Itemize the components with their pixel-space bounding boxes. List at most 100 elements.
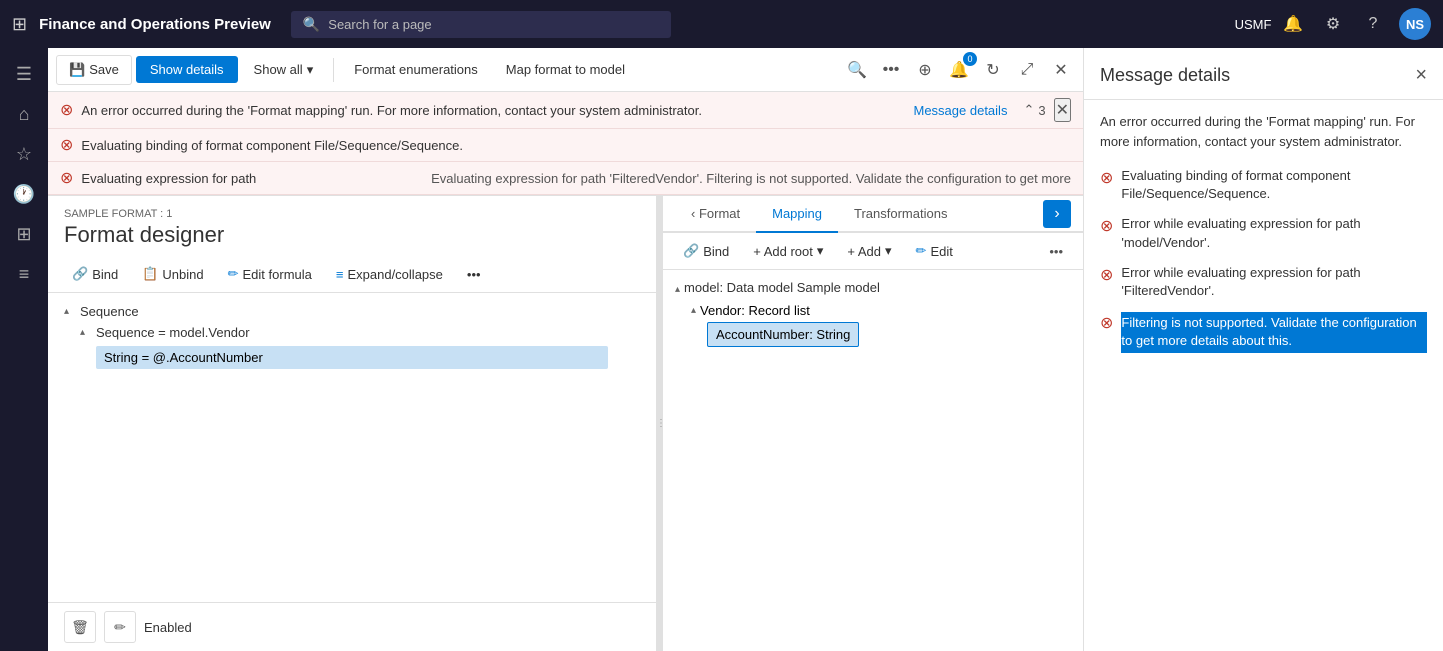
tab-mapping[interactable]: Mapping — [756, 196, 838, 233]
designer-title: Format designer — [64, 222, 640, 248]
add-root-label: + Add root — [753, 244, 813, 259]
error-close-1[interactable]: ✕ — [1054, 98, 1071, 122]
designer-header: SAMPLE FORMAT : 1 Format designer — [48, 196, 656, 256]
error-area: ⊗ An error occurred during the 'Format m… — [48, 92, 1083, 196]
tree-item-string[interactable]: String = @.AccountNumber — [96, 343, 640, 372]
refresh-icon[interactable]: ↻ — [979, 56, 1007, 84]
more-mapping-button[interactable]: ••• — [1041, 240, 1071, 263]
tab-format[interactable]: ‹ Format — [675, 196, 756, 233]
sidebar-hamburger-icon[interactable]: ☰ — [6, 56, 42, 92]
edit-label: Edit — [930, 244, 952, 259]
add-root-button[interactable]: + Add root ▾ — [745, 239, 831, 263]
msg-error-text-2: Error while evaluating expression for pa… — [1121, 215, 1427, 251]
expand-label: Expand/collapse — [347, 267, 442, 282]
error-nav-arrows: ⌃ — [1023, 102, 1034, 118]
settings-icon[interactable]: ⚙ — [1319, 10, 1347, 38]
message-details-title: Message details — [1100, 65, 1230, 86]
search-toolbar-icon[interactable]: 🔍 — [843, 56, 871, 84]
error-icon-1: ⊗ — [60, 100, 73, 120]
more-options-icon[interactable]: ••• — [877, 56, 905, 84]
tree-selected-item: String = @.AccountNumber — [96, 346, 608, 369]
format-tree: ▴ Sequence ▴ Sequence = model.Vendor Str… — [48, 293, 656, 380]
bind-button[interactable]: 🔗 Bind — [64, 262, 126, 286]
open-icon[interactable]: ⤢ — [1013, 56, 1041, 84]
tree-label-1: Sequence = model.Vendor — [96, 325, 250, 340]
format-enum-label: Format enumerations — [354, 62, 478, 77]
error-banner-3: ⊗ Evaluating expression for path Evaluat… — [48, 162, 1083, 195]
mapping-bind-icon: 🔗 — [683, 243, 699, 259]
message-details-link[interactable]: Message details — [914, 103, 1008, 118]
map-vendor-label: Vendor: Record list — [700, 303, 810, 318]
sidebar-recent-icon[interactable]: 🕐 — [6, 176, 42, 212]
nav-right: USMF 🔔 ⚙ ? NS — [1239, 8, 1431, 40]
message-details-panel: Message details × An error occurred duri… — [1083, 48, 1443, 651]
tree-label-2: String = @.AccountNumber — [104, 350, 263, 365]
save-button[interactable]: 💾 Save — [56, 55, 132, 85]
edit-button[interactable]: ✏ — [104, 611, 136, 643]
mapping-bind-button[interactable]: 🔗 Bind — [675, 239, 737, 263]
tab-transformations[interactable]: Transformations — [838, 196, 963, 233]
add-label: + Add — [847, 244, 881, 259]
error-text-2: Evaluating binding of format component F… — [81, 138, 1071, 153]
tree-item-sequence: ▴ Sequence — [64, 301, 640, 322]
unbind-button[interactable]: 📋 Unbind — [134, 262, 211, 286]
msg-error-icon-4: ⊗ — [1100, 313, 1113, 333]
mapping-bind-label: Bind — [703, 244, 729, 259]
org-label: USMF — [1239, 10, 1267, 38]
cross-icon[interactable]: ⊕ — [911, 56, 939, 84]
msg-error-icon-2: ⊗ — [1100, 216, 1113, 236]
msg-error-3: ⊗ Error while evaluating expression for … — [1100, 264, 1427, 300]
toolbar-more: 🔍 ••• ⊕ 🔔 0 ↻ ⤢ ✕ — [843, 56, 1075, 84]
add-button[interactable]: + Add ▾ — [839, 239, 899, 263]
delete-button[interactable]: 🗑 — [64, 611, 96, 643]
badge-container: 🔔 0 — [945, 56, 973, 84]
chevron-down-icon: ▾ — [307, 62, 314, 78]
main-layout: ☰ ⌂ ☆ 🕐 ⊞ ≡ 💾 Save Show details Show all… — [0, 48, 1443, 651]
tab-mapping-label: Mapping — [772, 206, 822, 221]
more-designer-button[interactable]: ••• — [459, 263, 489, 286]
show-details-button[interactable]: Show details — [136, 56, 238, 83]
search-icon: 🔍 — [303, 16, 320, 33]
avatar[interactable]: NS — [1399, 8, 1431, 40]
error-detail-text: Evaluating expression for path 'Filtered… — [431, 171, 1071, 186]
message-details-body: An error occurred during the 'Format map… — [1084, 100, 1443, 651]
expand-collapse-button[interactable]: ≡ Expand/collapse — [328, 263, 451, 286]
tab-format-arrow: ‹ — [691, 206, 699, 221]
grid-icon[interactable]: ⊞ — [12, 14, 27, 35]
search-bar[interactable]: 🔍 Search for a page — [291, 11, 671, 38]
mapping-nav-button[interactable]: › — [1043, 200, 1071, 228]
add-chevron: ▾ — [885, 243, 892, 259]
edit-formula-button[interactable]: ✏ Edit formula — [220, 262, 320, 286]
msg-error-text-1: Evaluating binding of format component F… — [1121, 167, 1427, 203]
page-content: SAMPLE FORMAT : 1 Format designer 🔗 Bind… — [48, 196, 1083, 651]
badge-count: 0 — [963, 52, 977, 66]
save-label: Save — [89, 62, 119, 77]
error-banner-2: ⊗ Evaluating binding of format component… — [48, 129, 1083, 162]
format-enumerations-button[interactable]: Format enumerations — [342, 56, 490, 83]
bind-label: Bind — [92, 267, 118, 282]
sidebar-list-icon[interactable]: ≡ — [6, 256, 42, 292]
msg-error-1: ⊗ Evaluating binding of format component… — [1100, 167, 1427, 203]
add-root-chevron: ▾ — [817, 243, 824, 259]
close-toolbar-icon[interactable]: ✕ — [1047, 56, 1075, 84]
show-all-button[interactable]: Show all ▾ — [242, 56, 326, 84]
sidebar-star-icon[interactable]: ☆ — [6, 136, 42, 172]
message-details-header: Message details × — [1084, 48, 1443, 100]
msg-error-2: ⊗ Error while evaluating expression for … — [1100, 215, 1427, 251]
map-format-button[interactable]: Map format to model — [494, 56, 637, 83]
message-details-close-button[interactable]: × — [1415, 64, 1427, 87]
message-details-description: An error occurred during the 'Format map… — [1100, 112, 1427, 151]
toolbar-divider — [333, 58, 334, 82]
help-icon[interactable]: ? — [1359, 10, 1387, 38]
error-icon-3: ⊗ — [60, 168, 73, 188]
expand-icon: ≡ — [336, 267, 344, 282]
edit-mapping-button[interactable]: ✏ Edit — [908, 239, 961, 263]
msg-error-text-4: Filtering is not supported. Validate the… — [1121, 312, 1427, 352]
map-account-item[interactable]: AccountNumber: String — [707, 320, 1071, 349]
sidebar-grid-icon[interactable]: ⊞ — [6, 216, 42, 252]
map-vendor-arrow: ▴ — [691, 305, 696, 316]
sidebar-home-icon[interactable]: ⌂ — [6, 96, 42, 132]
msg-error-text-3: Error while evaluating expression for pa… — [1121, 264, 1427, 300]
bell-icon[interactable]: 🔔 — [1279, 10, 1307, 38]
save-icon: 💾 — [69, 62, 85, 78]
